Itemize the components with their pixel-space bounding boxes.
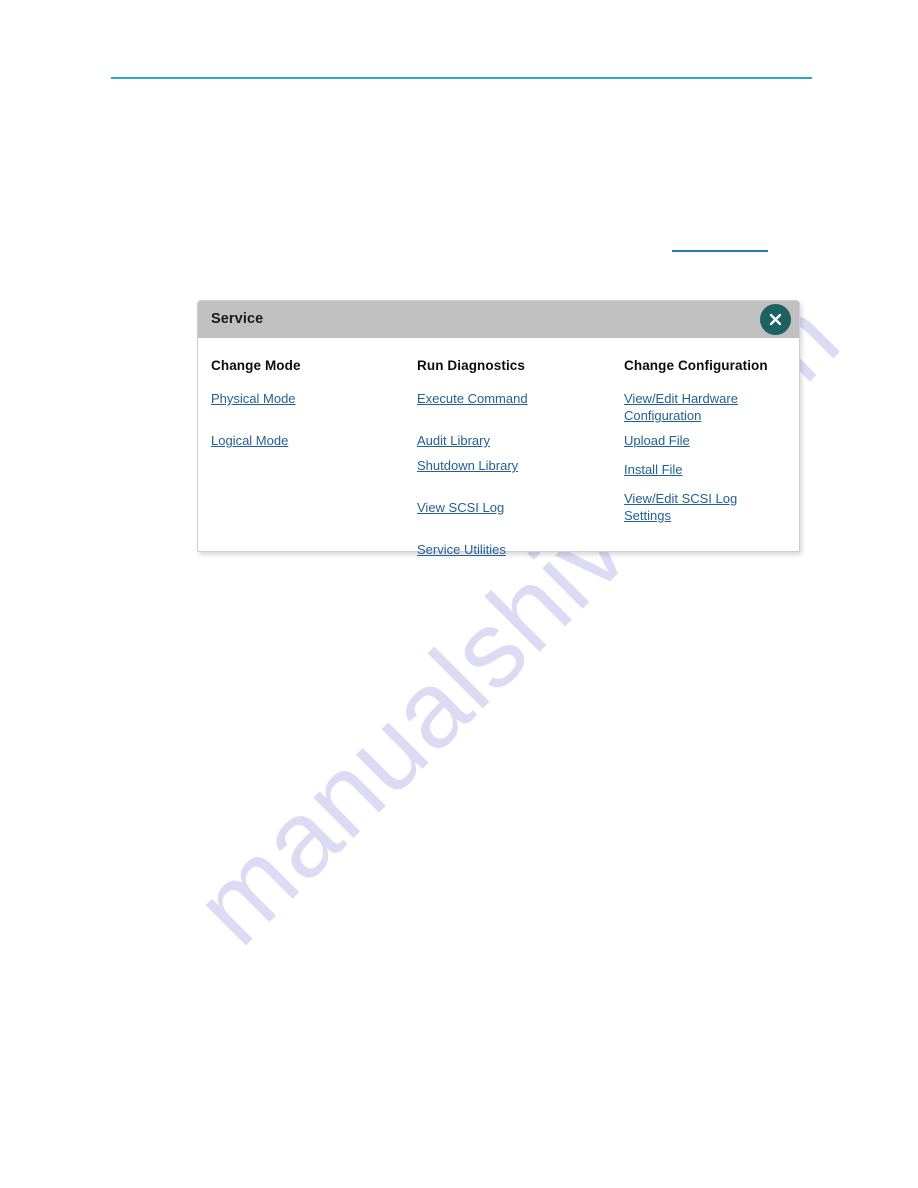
header-hyperlink[interactable] — [672, 236, 768, 252]
column-change-configuration: Change Configuration View/Edit Hardware … — [614, 358, 799, 551]
service-panel-title: Service — [211, 311, 264, 327]
link-view-edit-scsi-log-settings[interactable]: View/Edit SCSI Log Settings — [624, 490, 774, 524]
link-view-scsi-log[interactable]: View SCSI Log — [417, 499, 504, 516]
link-service-utilities[interactable]: Service Utilities — [417, 541, 506, 558]
link-physical-mode[interactable]: Physical Mode — [211, 390, 296, 407]
column-change-mode: Change Mode Physical Mode Logical Mode — [198, 358, 406, 551]
column-header-run-diagnostics: Run Diagnostics — [417, 358, 526, 373]
service-panel: Service Change Mode Physical Mode Logica… — [197, 300, 800, 557]
column-run-diagnostics: Run Diagnostics Execute Command Audit Li… — [406, 358, 614, 557]
close-button[interactable] — [760, 304, 791, 335]
page-header-rule — [111, 77, 812, 79]
link-install-file[interactable]: Install File — [624, 461, 683, 478]
link-view-edit-hardware-configuration[interactable]: View/Edit Hardware Configuration — [624, 390, 774, 424]
service-panel-titlebar: Service — [198, 301, 799, 338]
close-x-icon — [769, 313, 782, 326]
link-shutdown-library[interactable]: Shutdown Library — [417, 457, 518, 474]
column-header-change-configuration: Change Configuration — [624, 358, 768, 373]
link-audit-library[interactable]: Audit Library — [417, 432, 490, 449]
link-execute-command[interactable]: Execute Command — [417, 390, 528, 407]
link-upload-file[interactable]: Upload File — [624, 432, 690, 449]
column-header-change-mode: Change Mode — [211, 358, 301, 373]
link-logical-mode[interactable]: Logical Mode — [211, 432, 288, 449]
service-panel-body: Change Mode Physical Mode Logical Mode R… — [198, 338, 799, 557]
page-watermark: manualshive.com — [0, 0, 918, 1188]
